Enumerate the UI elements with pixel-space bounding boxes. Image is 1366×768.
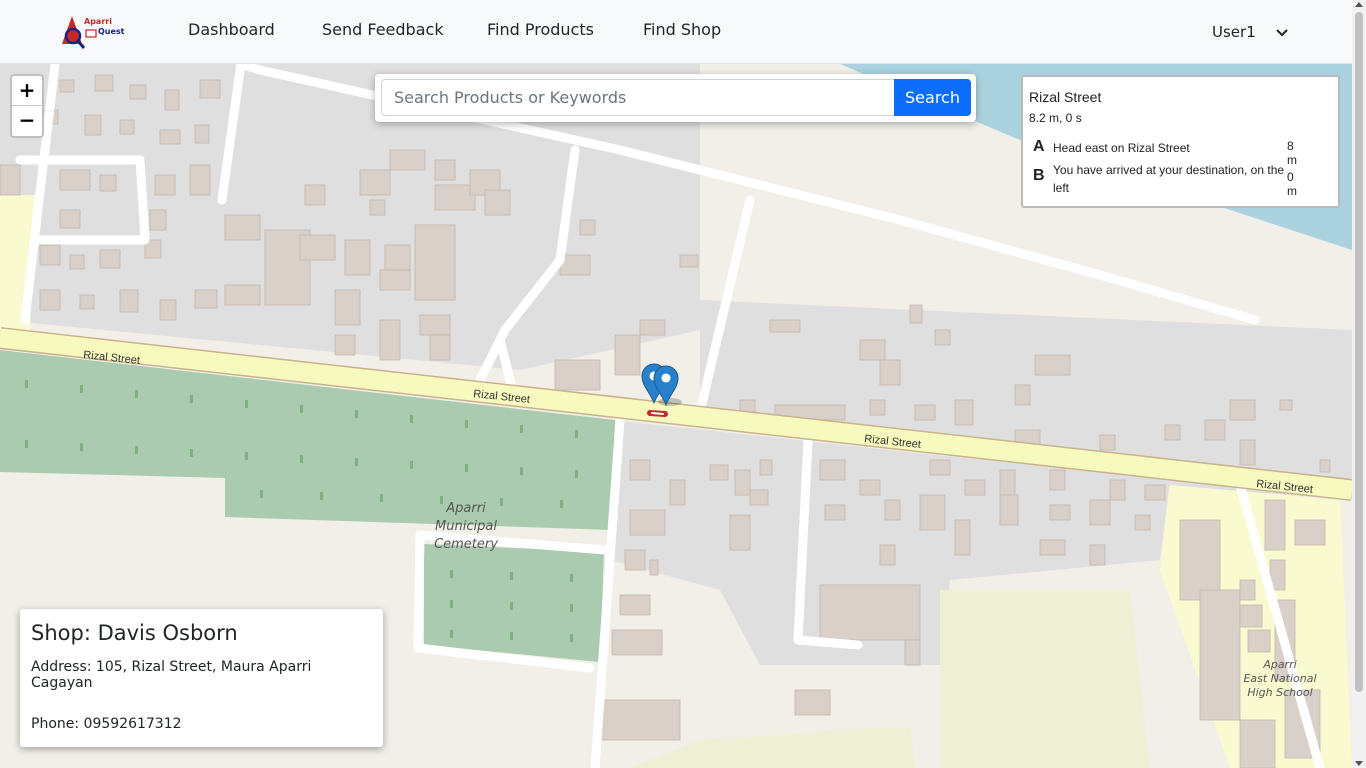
school-label-1: Aparri [1262,658,1296,671]
origin-marker-icon[interactable] [652,364,682,408]
nav-find-shop[interactable]: Find Shop [643,20,721,39]
route-step-text: You have arrived at your destination, on… [1053,163,1285,195]
zoom-control: + − [10,74,44,138]
user-menu-label[interactable]: User1 [1212,23,1256,41]
logo-text-top: Aparri [84,17,112,26]
scroll-up-icon[interactable] [1355,2,1363,7]
top-navbar: Aparri Quest Dashboard Send Feedback Fin… [0,0,1352,64]
shop-phone: Phone: 09592617312 [31,716,182,732]
cemetery-label-1: Aparri [445,501,486,516]
zoom-out-button[interactable]: − [12,106,42,136]
app-logo[interactable]: Aparri Quest [58,10,138,54]
route-step-letter: A [1033,138,1045,155]
page-scrollbar[interactable] [1352,0,1366,768]
scroll-down-icon[interactable] [1355,761,1363,766]
route-summary: 8.2 m, 0 s [1029,111,1082,125]
cemetery-label-2: Municipal [435,519,497,534]
shop-info-card: Shop: Davis Osborn Address: 105, Rizal S… [20,609,383,747]
search-input[interactable] [381,79,895,116]
scrollbar-thumb[interactable] [1355,12,1363,692]
shop-address: Address: 105, Rizal Street, Maura Aparri… [31,659,312,691]
nav-send-feedback[interactable]: Send Feedback [322,20,444,39]
route-step-letter: B [1033,167,1045,184]
school-label-3: High School [1247,686,1312,699]
logo-text-bottom: Quest [98,27,125,36]
zoom-in-button[interactable]: + [12,76,42,106]
nav-find-products[interactable]: Find Products [487,20,594,39]
route-step-distance: 0 m [1287,170,1297,198]
school-label-2: East National [1243,672,1316,685]
routing-instructions-panel: Rizal Street 8.2 m, 0 s A Head east on R… [1021,75,1340,208]
chevron-down-icon[interactable] [1274,24,1290,40]
search-bar: Search [375,74,976,122]
search-button[interactable]: Search [894,79,971,116]
shop-name: Shop: Davis Osborn [31,621,238,645]
nav-dashboard[interactable]: Dashboard [188,20,275,39]
route-step-text: Head east on Rizal Street [1053,141,1190,155]
cemetery-label-3: Cemetery [434,537,498,552]
route-title: Rizal Street [1029,89,1102,105]
